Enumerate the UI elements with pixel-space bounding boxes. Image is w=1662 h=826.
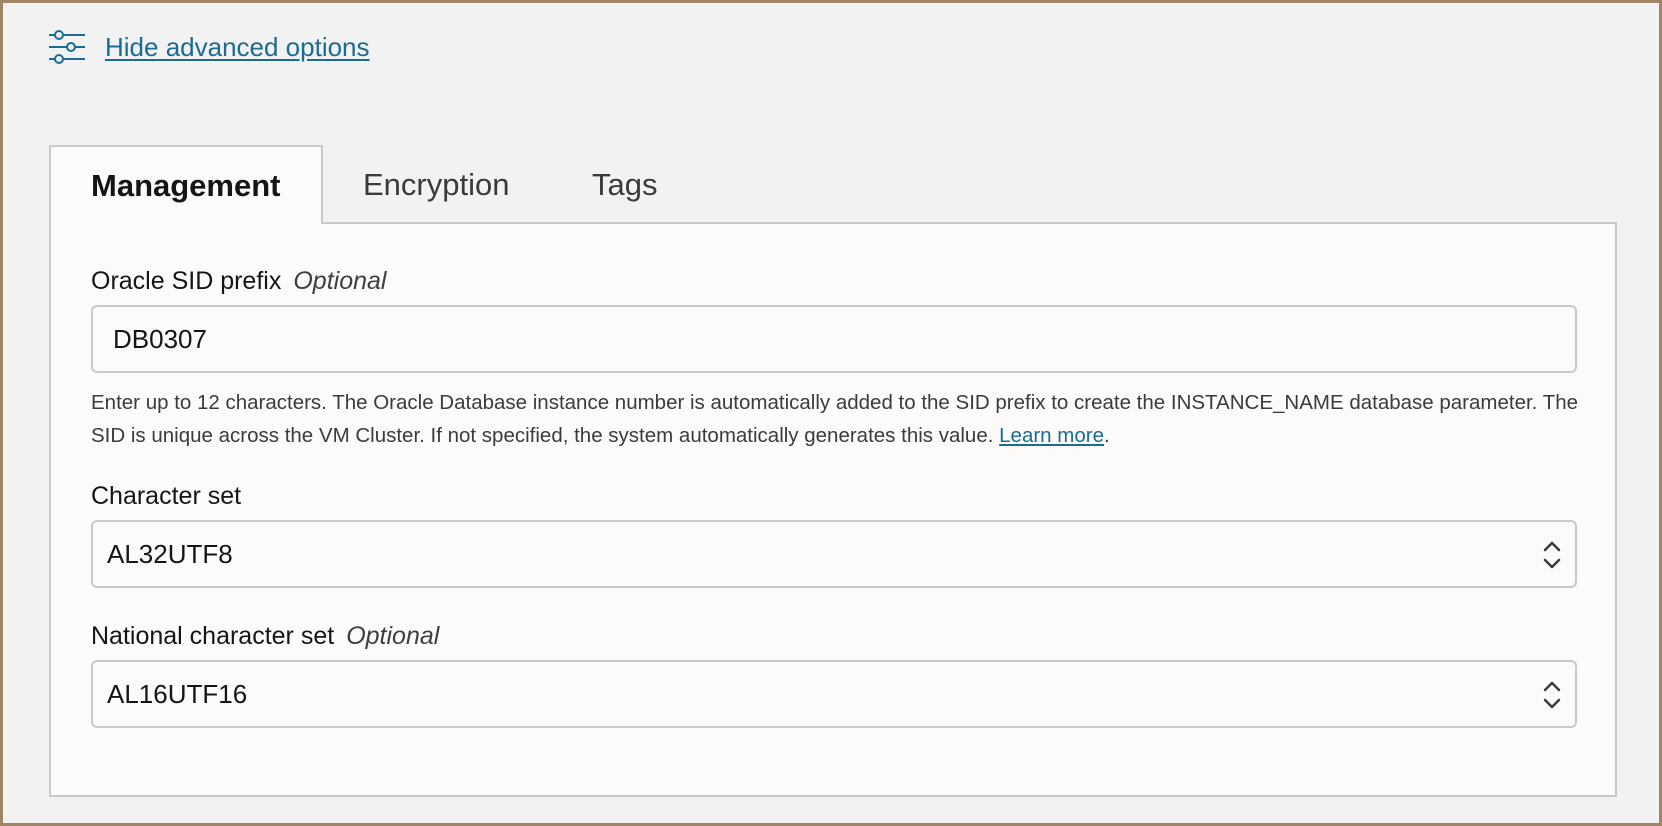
chevron-up-down-icon bbox=[1543, 541, 1561, 569]
sid-prefix-value: DB0307 bbox=[113, 323, 207, 354]
hide-advanced-options-toggle[interactable]: Hide advanced options bbox=[49, 29, 370, 65]
national-character-set-optional-tag: Optional bbox=[346, 622, 440, 650]
character-set-select[interactable]: AL32UTF8 bbox=[91, 520, 1577, 588]
tab-management[interactable]: Management bbox=[49, 145, 323, 224]
national-character-set-label-text: National character set bbox=[91, 622, 335, 650]
chevron-up-down-icon bbox=[1543, 681, 1561, 709]
learn-more-link[interactable]: Learn more bbox=[999, 424, 1104, 447]
sid-prefix-label-text: Oracle SID prefix bbox=[91, 267, 282, 295]
tab-tags[interactable]: Tags bbox=[592, 145, 657, 224]
character-set-value: AL32UTF8 bbox=[107, 538, 233, 569]
sliders-icon bbox=[49, 30, 85, 64]
character-set-label: Character set bbox=[91, 482, 241, 511]
sid-prefix-input[interactable]: DB0307 bbox=[91, 305, 1577, 373]
national-character-set-label: National character set Optional bbox=[91, 622, 439, 651]
page-frame: Hide advanced options Management Encrypt… bbox=[0, 0, 1662, 826]
sid-prefix-label: Oracle SID prefix Optional bbox=[91, 267, 386, 296]
sid-prefix-optional-tag: Optional bbox=[293, 267, 387, 295]
character-set-label-text: Character set bbox=[91, 482, 242, 510]
hide-advanced-options-link[interactable]: Hide advanced options bbox=[105, 32, 370, 63]
sid-prefix-help: Enter up to 12 characters. The Oracle Da… bbox=[91, 391, 1579, 447]
tab-encryption[interactable]: Encryption bbox=[363, 145, 509, 224]
sid-prefix-help-text: Enter up to 12 characters. The Oracle Da… bbox=[91, 386, 1591, 452]
national-character-set-value: AL16UTF16 bbox=[107, 678, 248, 709]
help-trailing-period: . bbox=[1103, 424, 1110, 447]
national-character-set-select[interactable]: AL16UTF16 bbox=[91, 660, 1577, 728]
